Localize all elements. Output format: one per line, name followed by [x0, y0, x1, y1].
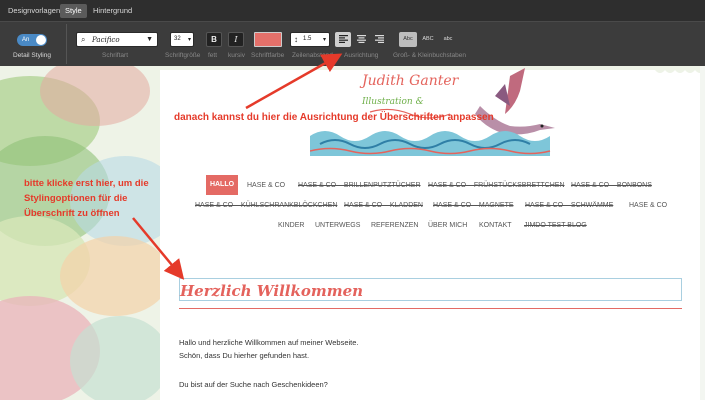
annotation-arrows [132, 53, 343, 280]
arrow-to-alignment [245, 53, 343, 110]
arrow-to-heading [132, 217, 185, 280]
